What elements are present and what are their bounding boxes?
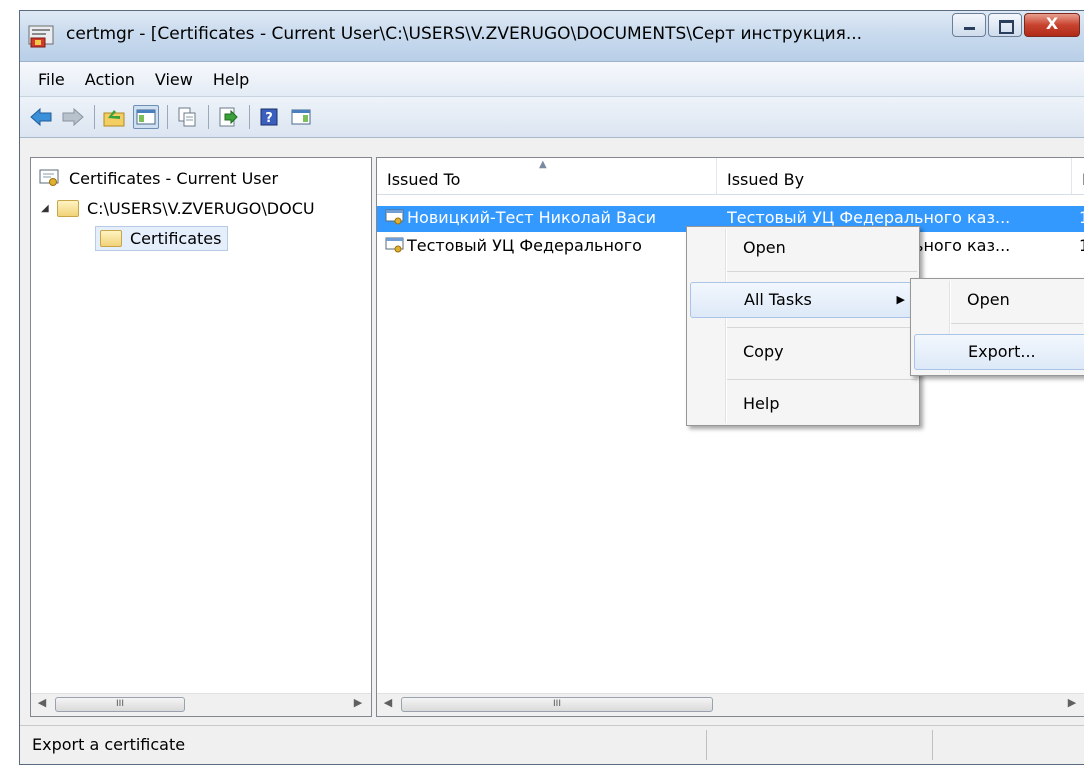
- caption-buttons: X: [950, 13, 1080, 39]
- tree-path-label: C:\USERS\V.ZVERUGO\DOCU: [87, 199, 315, 218]
- window-title: certmgr - [Certificates - Current User\C…: [66, 24, 863, 44]
- status-divider: [932, 730, 933, 760]
- tree-horizontal-scrollbar[interactable]: ◀ III ▶: [31, 693, 371, 716]
- show-hide-console-tree-icon[interactable]: [133, 105, 159, 129]
- toolbar-separator: [208, 105, 209, 129]
- forward-arrow-icon[interactable]: [60, 105, 86, 129]
- help-icon[interactable]: ?: [256, 105, 282, 129]
- export-list-icon[interactable]: [215, 105, 241, 129]
- certmgr-window: certmgr - [Certificates - Current User\C…: [19, 10, 1084, 765]
- maximize-button[interactable]: [988, 13, 1022, 37]
- certificate-icon: [385, 237, 404, 253]
- scroll-left-icon[interactable]: ◀: [379, 696, 397, 709]
- title-bar[interactable]: certmgr - [Certificates - Current User\C…: [20, 11, 1084, 62]
- tree-root-label: Certificates - Current User: [69, 168, 279, 188]
- menu-help[interactable]: Help: [203, 70, 259, 89]
- menu-file[interactable]: File: [28, 70, 75, 89]
- column-expiration[interactable]: E: [1072, 158, 1084, 194]
- status-bar: Export a certificate: [20, 725, 1084, 764]
- submenu-item-export[interactable]: Export...: [914, 334, 1084, 370]
- tree-certificates-label: Certificates: [130, 229, 222, 248]
- menu-separator: [951, 323, 1083, 324]
- menu-separator: [727, 327, 917, 328]
- status-divider: [706, 730, 707, 760]
- back-arrow-icon[interactable]: [28, 105, 54, 129]
- certificate-store-icon: [39, 169, 59, 186]
- scroll-thumb[interactable]: III: [401, 697, 713, 712]
- folder-icon: [57, 200, 79, 217]
- column-issued-to[interactable]: Issued To: [377, 158, 717, 194]
- close-button[interactable]: X: [1024, 13, 1080, 37]
- context-menu: Open All Tasks ▶ Copy Help: [686, 226, 920, 426]
- list-horizontal-scrollbar[interactable]: ◀ III ▶: [377, 693, 1084, 716]
- menu-action[interactable]: Action: [75, 70, 145, 89]
- scroll-grip: III: [553, 699, 561, 709]
- cell-expiration: 1: [1079, 208, 1084, 227]
- tree-item-path[interactable]: ◢ C:\USERS\V.ZVERUGO\DOCU: [41, 199, 315, 218]
- all-tasks-submenu: Open Export...: [910, 278, 1084, 376]
- menu-bar: File Action View Help: [20, 62, 1084, 97]
- minimize-button[interactable]: [952, 13, 986, 37]
- menu-item-open[interactable]: Open: [687, 231, 919, 267]
- issued-to-text: Тестовый УЦ Федерального: [407, 236, 642, 255]
- toolbar: ?: [20, 97, 1084, 138]
- menu-item-all-tasks[interactable]: All Tasks ▶: [690, 282, 916, 318]
- up-folder-icon[interactable]: [101, 105, 127, 129]
- expand-triangle-icon[interactable]: ◢: [41, 203, 57, 214]
- folder-icon: [100, 230, 122, 247]
- cell-expiration: 1: [1079, 236, 1084, 255]
- copy-icon[interactable]: [174, 105, 200, 129]
- toolbar-separator: [249, 105, 250, 129]
- column-issued-by[interactable]: Issued By: [717, 158, 1072, 194]
- close-icon: X: [1045, 14, 1059, 33]
- show-action-pane-icon[interactable]: [288, 105, 314, 129]
- cell-issued-by: Тестовый УЦ Федерального каз...: [727, 208, 1011, 227]
- menu-separator: [727, 379, 917, 380]
- status-text: Export a certificate: [32, 735, 186, 754]
- menu-separator: [727, 271, 917, 272]
- submenu-arrow-icon: ▶: [896, 293, 905, 306]
- certmgr-app-icon: [28, 25, 54, 48]
- scroll-right-icon[interactable]: ▶: [1063, 696, 1081, 709]
- scroll-thumb[interactable]: III: [55, 697, 185, 712]
- cell-issued-to: Тестовый УЦ Федерального: [385, 236, 715, 255]
- tree-item-root[interactable]: Certificates - Current User: [39, 168, 278, 188]
- issued-to-text: Новицкий-Тест Николай Васи: [407, 208, 656, 227]
- console-tree-pane[interactable]: Certificates - Current User ◢ C:\USERS\V…: [30, 157, 372, 717]
- tree-item-certificates[interactable]: Certificates: [95, 226, 229, 251]
- svg-text:?: ?: [265, 111, 273, 126]
- all-tasks-label: All Tasks: [744, 290, 812, 309]
- certificate-icon: [385, 209, 404, 225]
- toolbar-separator: [167, 105, 168, 129]
- menu-item-help[interactable]: Help: [687, 387, 919, 423]
- list-column-header: ▲ Issued To Issued By E: [377, 158, 1084, 195]
- scroll-grip: III: [116, 699, 124, 709]
- scroll-left-icon[interactable]: ◀: [33, 696, 51, 709]
- cell-issued-to: Новицкий-Тест Николай Васи: [385, 208, 715, 227]
- submenu-item-open[interactable]: Open: [911, 283, 1084, 319]
- scroll-right-icon[interactable]: ▶: [349, 696, 367, 709]
- toolbar-separator: [94, 105, 95, 129]
- menu-view[interactable]: View: [145, 70, 203, 89]
- menu-item-copy[interactable]: Copy: [687, 335, 919, 371]
